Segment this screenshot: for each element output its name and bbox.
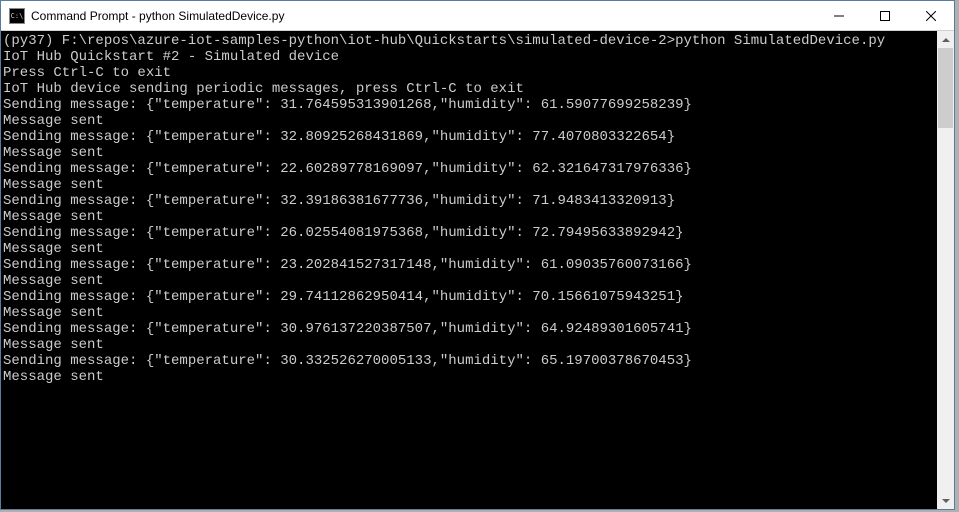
window-controls — [816, 1, 954, 30]
scrollbar-up-button[interactable] — [937, 31, 954, 48]
terminal-area: (py37) F:\repos\azure-iot-samples-python… — [1, 31, 954, 509]
vertical-scrollbar[interactable] — [937, 31, 954, 509]
maximize-button[interactable] — [862, 1, 908, 30]
terminal-line: Message sent — [3, 305, 937, 321]
close-button[interactable] — [908, 1, 954, 30]
terminal-line: Sending message: {"temperature": 29.7411… — [3, 289, 937, 305]
titlebar[interactable]: C:\ Command Prompt - python SimulatedDev… — [1, 1, 954, 31]
terminal-line: Sending message: {"temperature": 30.3325… — [3, 353, 937, 369]
scrollbar-down-button[interactable] — [937, 492, 954, 509]
terminal-line: Sending message: {"temperature": 32.8092… — [3, 129, 937, 145]
window-title: Command Prompt - python SimulatedDevice.… — [31, 9, 816, 23]
terminal-line: (py37) F:\repos\azure-iot-samples-python… — [3, 33, 937, 49]
terminal-line: Message sent — [3, 113, 937, 129]
terminal-line: Message sent — [3, 145, 937, 161]
terminal-line: Message sent — [3, 369, 937, 385]
terminal-line: IoT Hub device sending periodic messages… — [3, 81, 937, 97]
terminal-line: Sending message: {"temperature": 23.2028… — [3, 257, 937, 273]
terminal-line: Sending message: {"temperature": 22.6028… — [3, 161, 937, 177]
scrollbar-thumb[interactable] — [938, 48, 953, 128]
terminal-line: Sending message: {"temperature": 32.3918… — [3, 193, 937, 209]
cmd-icon: C:\ — [9, 8, 25, 24]
terminal-line: Press Ctrl-C to exit — [3, 65, 937, 81]
terminal-line: IoT Hub Quickstart #2 - Simulated device — [3, 49, 937, 65]
terminal-line: Message sent — [3, 241, 937, 257]
minimize-button[interactable] — [816, 1, 862, 30]
terminal-line: Message sent — [3, 273, 937, 289]
terminal-line: Sending message: {"temperature": 31.7645… — [3, 97, 937, 113]
command-prompt-window: C:\ Command Prompt - python SimulatedDev… — [0, 0, 955, 510]
terminal-line: Message sent — [3, 177, 937, 193]
terminal-line: Message sent — [3, 209, 937, 225]
terminal-line: Message sent — [3, 337, 937, 353]
terminal-line: Sending message: {"temperature": 30.9761… — [3, 321, 937, 337]
terminal-line: Sending message: {"temperature": 26.0255… — [3, 225, 937, 241]
terminal-output[interactable]: (py37) F:\repos\azure-iot-samples-python… — [1, 31, 937, 509]
